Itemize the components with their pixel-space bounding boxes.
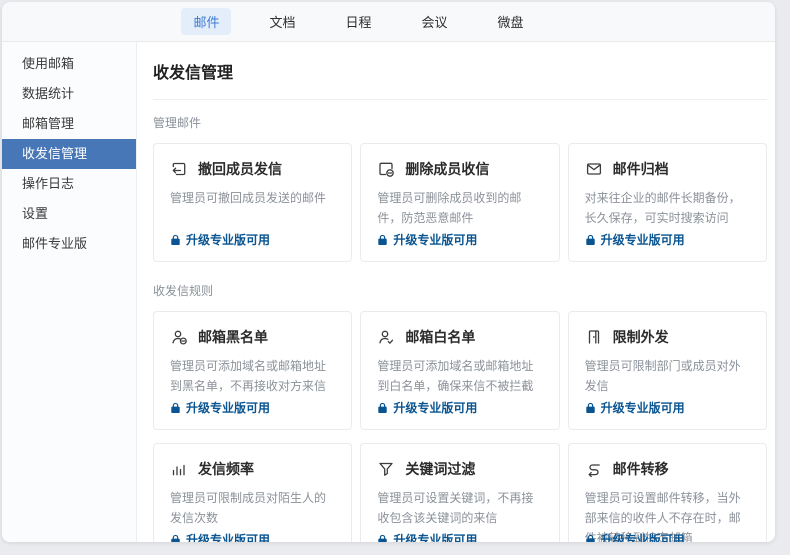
section-label-send-receive-rules: 收发信规则 (153, 282, 767, 299)
upgrade-pro-link[interactable]: 升级专业版可用 (585, 531, 685, 542)
upgrade-pro-link[interactable]: 升级专业版可用 (377, 399, 477, 416)
lock-icon (377, 402, 388, 414)
tab-docs[interactable]: 文档 (257, 8, 307, 35)
door-icon (585, 328, 603, 346)
sidebar-item-statistics[interactable]: 数据统计 (2, 79, 136, 109)
manage-mail-card-grid: 撤回成员发信 管理员可撤回成员发送的邮件 升级专业版可用 (153, 143, 767, 262)
sidebar-item-send-receive-management[interactable]: 收发信管理 (2, 139, 136, 169)
card-description: 管理员可限制成员对陌生人的发信次数 (170, 488, 335, 528)
top-nav: 邮件 文档 日程 会议 微盘 (2, 2, 775, 42)
card-description: 管理员可添加域名或邮箱地址到白名单，确保来信不被拦截 (377, 356, 542, 396)
upgrade-pro-link[interactable]: 升级专业版可用 (377, 531, 477, 542)
page-title: 收发信管理 (153, 42, 767, 99)
sidebar-item-mail-pro[interactable]: 邮件专业版 (2, 229, 136, 259)
card-title: 邮件转移 (613, 459, 669, 479)
card-mail-archive[interactable]: 邮件归档 对来往企业的邮件长期备份，长久保存，可实时搜索访问 升级专业版可用 (568, 143, 767, 262)
lock-icon (585, 234, 596, 246)
lock-icon (170, 402, 181, 414)
upgrade-pro-link[interactable]: 升级专业版可用 (585, 399, 685, 416)
upgrade-pro-label: 升级专业版可用 (601, 399, 685, 416)
lock-icon (585, 402, 596, 414)
tab-drive[interactable]: 微盘 (486, 8, 536, 35)
lock-icon (170, 234, 181, 246)
app-window: 邮件 文档 日程 会议 微盘 使用邮箱 数据统计 邮箱管理 收发信管理 操作日志… (2, 2, 775, 542)
upgrade-pro-link[interactable]: 升级专业版可用 (377, 231, 477, 248)
card-description: 管理员可添加域名或邮箱地址到黑名单，不再接收对方来信 (170, 356, 335, 396)
delete-mail-icon (377, 160, 395, 178)
tab-mail[interactable]: 邮件 (181, 8, 231, 35)
title-divider (153, 99, 767, 100)
bar-chart-icon (170, 460, 188, 478)
upgrade-pro-label: 升级专业版可用 (601, 231, 685, 248)
upgrade-pro-label: 升级专业版可用 (186, 399, 270, 416)
user-check-icon (377, 328, 395, 346)
lock-icon (585, 534, 596, 543)
card-title: 撤回成员发信 (198, 159, 282, 179)
mail-archive-icon (585, 160, 603, 178)
card-restrict-outgoing[interactable]: 限制外发 管理员可限制部门或成员对外发信 升级专业版可用 (568, 311, 767, 430)
lock-icon (377, 234, 388, 246)
card-title: 关键词过滤 (405, 459, 475, 479)
upgrade-pro-label: 升级专业版可用 (186, 231, 270, 248)
card-description: 管理员可删除成员收到的邮件，防范恶意邮件 (377, 188, 542, 228)
recall-mail-icon (170, 160, 188, 178)
card-title: 邮件归档 (613, 159, 669, 179)
sidebar: 使用邮箱 数据统计 邮箱管理 收发信管理 操作日志 设置 邮件专业版 (2, 42, 137, 542)
filter-icon (377, 460, 395, 478)
user-minus-icon (170, 328, 188, 346)
upgrade-pro-link[interactable]: 升级专业版可用 (585, 231, 685, 248)
card-keyword-filter[interactable]: 关键词过滤 管理员可设置关键词，不再接收包含该关键词的来信 升级专业版可用 (360, 443, 559, 542)
upgrade-pro-link[interactable]: 升级专业版可用 (170, 531, 270, 542)
lock-icon (377, 534, 388, 543)
sidebar-item-settings[interactable]: 设置 (2, 199, 136, 229)
card-delete-member-mail[interactable]: 删除成员收信 管理员可删除成员收到的邮件，防范恶意邮件 升级专业版可用 (360, 143, 559, 262)
card-description: 对来往企业的邮件长期备份，长久保存，可实时搜索访问 (585, 188, 750, 228)
card-title: 邮箱黑名单 (198, 327, 268, 347)
card-description: 管理员可撤回成员发送的邮件 (170, 188, 335, 208)
card-title: 限制外发 (613, 327, 669, 347)
section-label-manage-mail: 管理邮件 (153, 114, 767, 131)
sidebar-item-operation-log[interactable]: 操作日志 (2, 169, 136, 199)
card-title: 删除成员收信 (405, 159, 489, 179)
upgrade-pro-label: 升级专业版可用 (186, 531, 270, 542)
tab-schedule[interactable]: 日程 (333, 8, 383, 35)
main-content: 收发信管理 管理邮件 撤回成员发信 管理员可撤回成员 (137, 42, 775, 542)
card-description: 管理员可设置关键词，不再接收包含该关键词的来信 (377, 488, 542, 528)
card-title: 发信频率 (198, 459, 254, 479)
rules-card-grid: 邮箱黑名单 管理员可添加域名或邮箱地址到黑名单，不再接收对方来信 升级专业版可用 (153, 311, 767, 542)
card-description: 管理员可限制部门或成员对外发信 (585, 356, 750, 396)
sidebar-item-use-mailbox[interactable]: 使用邮箱 (2, 49, 136, 79)
card-recall-member-mail[interactable]: 撤回成员发信 管理员可撤回成员发送的邮件 升级专业版可用 (153, 143, 352, 262)
upgrade-pro-link[interactable]: 升级专业版可用 (170, 231, 270, 248)
upgrade-pro-link[interactable]: 升级专业版可用 (170, 399, 270, 416)
card-send-frequency[interactable]: 发信频率 管理员可限制成员对陌生人的发信次数 升级专业版可用 (153, 443, 352, 542)
transfer-icon (585, 460, 603, 478)
card-mail-transfer[interactable]: 邮件转移 管理员可设置邮件转移，当外部来信的收件人不存在时，邮件被转移到特定邮箱… (568, 443, 767, 542)
sidebar-item-mailbox-management[interactable]: 邮箱管理 (2, 109, 136, 139)
lock-icon (170, 534, 181, 543)
upgrade-pro-label: 升级专业版可用 (393, 399, 477, 416)
upgrade-pro-label: 升级专业版可用 (601, 531, 685, 542)
card-mail-whitelist[interactable]: 邮箱白名单 管理员可添加域名或邮箱地址到白名单，确保来信不被拦截 升级专业版可用 (360, 311, 559, 430)
card-mail-blacklist[interactable]: 邮箱黑名单 管理员可添加域名或邮箱地址到黑名单，不再接收对方来信 升级专业版可用 (153, 311, 352, 430)
upgrade-pro-label: 升级专业版可用 (393, 531, 477, 542)
tab-meeting[interactable]: 会议 (410, 8, 460, 35)
card-title: 邮箱白名单 (405, 327, 475, 347)
upgrade-pro-label: 升级专业版可用 (393, 231, 477, 248)
top-nav-tabs: 邮件 文档 日程 会议 微盘 (181, 8, 535, 35)
